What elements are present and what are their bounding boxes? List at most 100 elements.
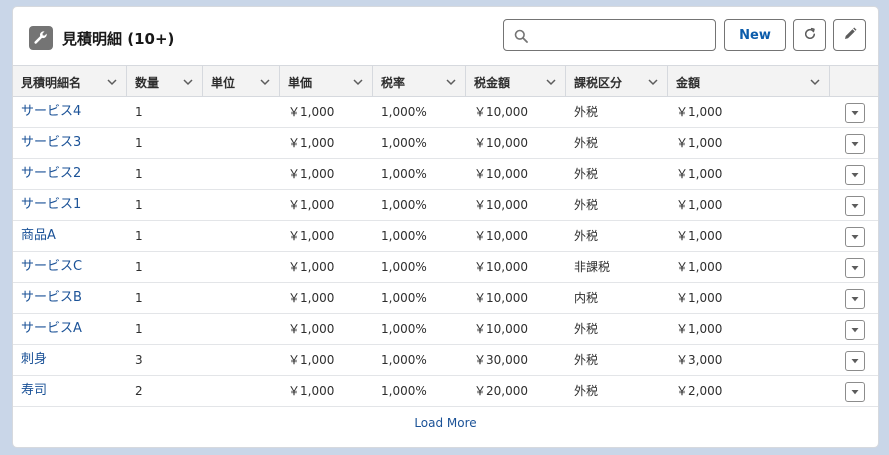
column-header-tax[interactable]: 税金額 bbox=[466, 66, 566, 97]
cell-taxrate: 1,000% bbox=[381, 260, 427, 274]
column-header-amount[interactable]: 金額 bbox=[668, 66, 830, 97]
cell-price: ￥1,000 bbox=[288, 167, 335, 181]
cell-taxclass: 外税 bbox=[574, 353, 599, 367]
record-link[interactable]: 刺身 bbox=[13, 345, 47, 375]
row-actions-button[interactable] bbox=[845, 258, 865, 278]
row-actions-button[interactable] bbox=[845, 289, 865, 309]
record-link[interactable]: サービス1 bbox=[13, 190, 81, 220]
search-box[interactable] bbox=[503, 19, 716, 51]
new-button[interactable]: New bbox=[724, 19, 786, 51]
record-link[interactable]: サービスC bbox=[13, 252, 82, 282]
caret-down-icon bbox=[851, 111, 859, 116]
load-more-link[interactable]: Load More bbox=[13, 416, 878, 430]
column-header-unit[interactable]: 単位 bbox=[203, 66, 280, 97]
refresh-button[interactable] bbox=[793, 19, 826, 51]
column-header-label: 課税区分 bbox=[574, 76, 623, 90]
cell-unit bbox=[203, 190, 211, 220]
cell-tax: ￥10,000 bbox=[474, 291, 528, 305]
caret-down-icon bbox=[851, 359, 859, 364]
cell-taxrate: 1,000% bbox=[381, 353, 427, 367]
record-link[interactable]: サービス3 bbox=[13, 128, 81, 158]
chevron-down-icon[interactable] bbox=[809, 76, 821, 88]
cell-unit bbox=[203, 283, 211, 313]
cell-taxrate: 1,000% bbox=[381, 229, 427, 243]
cell-unit bbox=[203, 159, 211, 189]
chevron-down-icon[interactable] bbox=[647, 76, 659, 88]
cell-qty: 1 bbox=[135, 260, 143, 274]
cell-amount: ￥1,000 bbox=[676, 291, 723, 305]
record-link[interactable]: 商品A bbox=[13, 221, 56, 251]
column-header-qty[interactable]: 数量 bbox=[127, 66, 203, 97]
cell-amount: ￥1,000 bbox=[676, 105, 723, 119]
cell-amount: ￥1,000 bbox=[676, 260, 723, 274]
cell-amount: ￥1,000 bbox=[676, 322, 723, 336]
record-link[interactable]: 寿司 bbox=[13, 376, 47, 406]
cell-unit bbox=[203, 314, 211, 344]
card-title[interactable]: 見積明細 (10+) bbox=[62, 28, 174, 49]
column-header-taxrate[interactable]: 税率 bbox=[373, 66, 466, 97]
row-actions-button[interactable] bbox=[845, 165, 865, 185]
cell-taxrate: 1,000% bbox=[381, 291, 427, 305]
column-header-label: 税率 bbox=[381, 76, 406, 90]
row-actions-button[interactable] bbox=[845, 320, 865, 340]
column-header-taxclass[interactable]: 課税区分 bbox=[566, 66, 668, 97]
record-link[interactable]: サービスA bbox=[13, 314, 82, 344]
cell-qty: 3 bbox=[135, 353, 143, 367]
chevron-down-icon[interactable] bbox=[445, 76, 457, 88]
cell-qty: 2 bbox=[135, 384, 143, 398]
cell-taxrate: 1,000% bbox=[381, 136, 427, 150]
row-actions-button[interactable] bbox=[845, 351, 865, 371]
cell-qty: 1 bbox=[135, 291, 143, 305]
pencil-icon bbox=[843, 27, 857, 44]
cell-amount: ￥1,000 bbox=[676, 229, 723, 243]
cell-price: ￥1,000 bbox=[288, 260, 335, 274]
cell-taxclass: 外税 bbox=[574, 384, 599, 398]
row-actions-button[interactable] bbox=[845, 227, 865, 247]
cell-price: ￥1,000 bbox=[288, 322, 335, 336]
cell-amount: ￥1,000 bbox=[676, 136, 723, 150]
cell-price: ￥1,000 bbox=[288, 291, 335, 305]
cell-taxrate: 1,000% bbox=[381, 167, 427, 181]
search-icon bbox=[514, 28, 528, 47]
cell-qty: 1 bbox=[135, 198, 143, 212]
cell-tax: ￥30,000 bbox=[474, 353, 528, 367]
row-actions-button[interactable] bbox=[845, 196, 865, 216]
column-header-price[interactable]: 単価 bbox=[280, 66, 373, 97]
card-header: 見積明細 (10+) New bbox=[13, 7, 878, 65]
cell-amount: ￥3,000 bbox=[676, 353, 723, 367]
caret-down-icon bbox=[851, 235, 859, 240]
record-link[interactable]: サービスB bbox=[13, 283, 82, 313]
chevron-down-icon[interactable] bbox=[106, 76, 118, 88]
record-link[interactable]: サービス4 bbox=[13, 97, 81, 127]
chevron-down-icon[interactable] bbox=[259, 76, 271, 88]
cell-taxclass: 外税 bbox=[574, 229, 599, 243]
column-header-name[interactable]: 見積明細名 bbox=[13, 66, 127, 97]
row-actions-button[interactable] bbox=[845, 382, 865, 402]
column-header-label: 単位 bbox=[211, 76, 236, 90]
cell-price: ￥1,000 bbox=[288, 198, 335, 212]
cell-amount: ￥1,000 bbox=[676, 198, 723, 212]
cell-taxclass: 外税 bbox=[574, 198, 599, 212]
cell-qty: 1 bbox=[135, 136, 143, 150]
chevron-down-icon[interactable] bbox=[182, 76, 194, 88]
chevron-down-icon[interactable] bbox=[352, 76, 364, 88]
cell-tax: ￥10,000 bbox=[474, 167, 528, 181]
cell-taxclass: 外税 bbox=[574, 167, 599, 181]
table-row: サービス4 1 ￥1,000 1,000% ￥10,000 外税 ￥1,000 bbox=[13, 97, 878, 128]
edit-button[interactable] bbox=[833, 19, 866, 51]
record-link[interactable]: サービス2 bbox=[13, 159, 81, 189]
row-actions-button[interactable] bbox=[845, 103, 865, 123]
cell-tax: ￥10,000 bbox=[474, 322, 528, 336]
cell-taxclass: 内税 bbox=[574, 291, 599, 305]
caret-down-icon bbox=[851, 204, 859, 209]
chevron-down-icon[interactable] bbox=[545, 76, 557, 88]
cell-amount: ￥1,000 bbox=[676, 167, 723, 181]
row-actions-button[interactable] bbox=[845, 134, 865, 154]
cell-price: ￥1,000 bbox=[288, 353, 335, 367]
cell-taxrate: 1,000% bbox=[381, 384, 427, 398]
caret-down-icon bbox=[851, 142, 859, 147]
cell-unit bbox=[203, 376, 211, 406]
search-input[interactable] bbox=[534, 24, 709, 46]
cell-taxclass: 外税 bbox=[574, 322, 599, 336]
cell-tax: ￥10,000 bbox=[474, 260, 528, 274]
